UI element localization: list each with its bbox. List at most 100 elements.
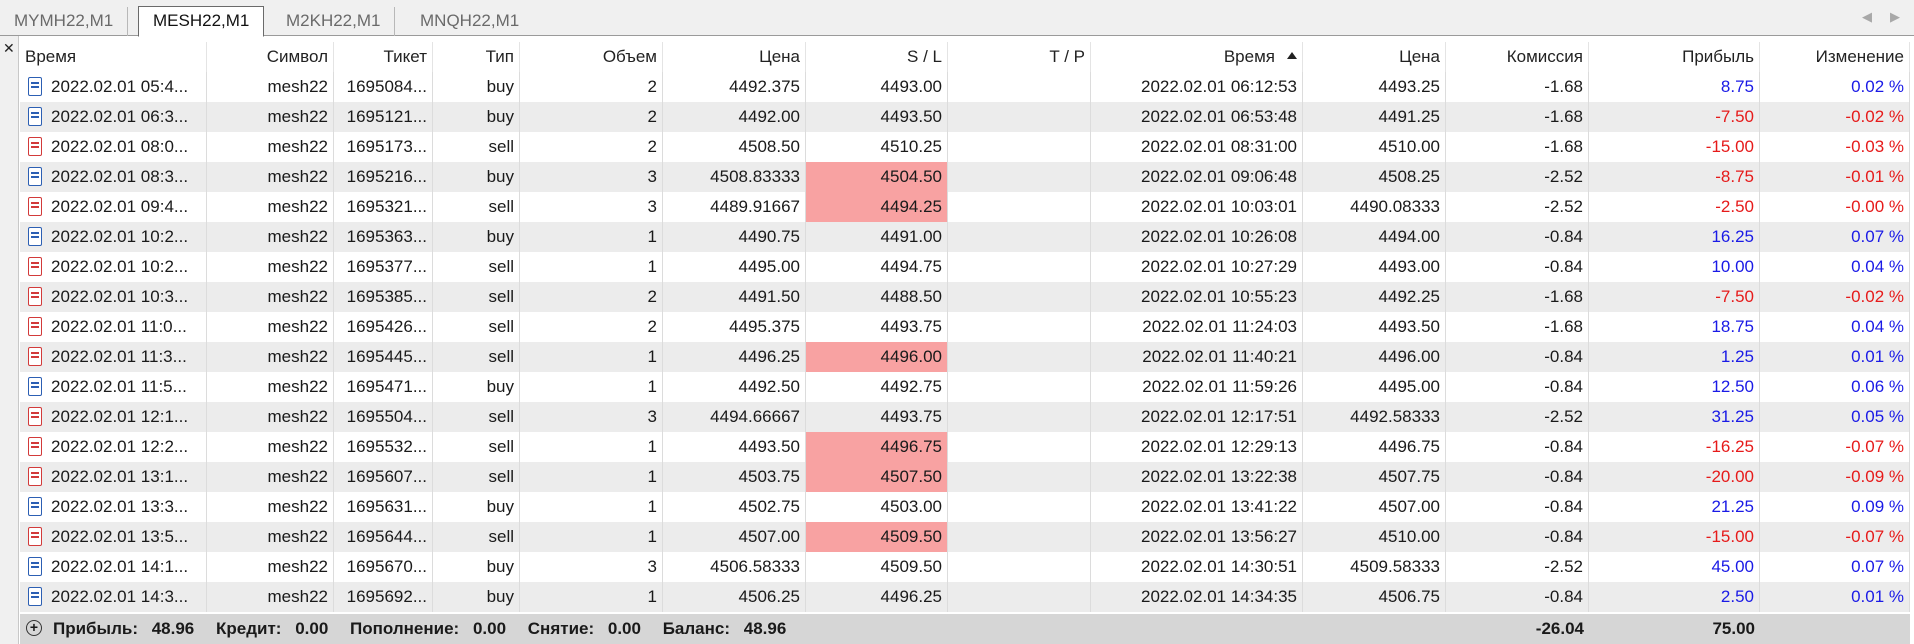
- table-row[interactable]: 2022.02.01 12:2... mesh22 1695532... sell 1 4…: [20, 432, 1910, 462]
- cell-close-price: 4493.50: [1303, 312, 1446, 342]
- cell-volume: 2: [520, 132, 663, 162]
- cell-close-price: 4493.25: [1303, 72, 1446, 102]
- cell-profit: -2.50: [1589, 192, 1760, 222]
- column-header-profit[interactable]: Прибыль: [1589, 42, 1760, 72]
- table-row[interactable]: 2022.02.01 13:3... mesh22 1695631... buy 1 45…: [20, 492, 1910, 522]
- table-row[interactable]: 2022.02.01 09:4... mesh22 1695321... sell 3 4…: [20, 192, 1910, 222]
- cell-open-time: 2022.02.01 10:3...: [20, 282, 207, 312]
- table-row[interactable]: 2022.02.01 13:5... mesh22 1695644... sell 1 4…: [20, 522, 1910, 552]
- cell-ticket: 1695173...: [334, 132, 433, 162]
- open-time-text: 2022.02.01 09:4...: [51, 197, 189, 216]
- column-header-tp[interactable]: T / P: [948, 42, 1091, 72]
- table-row[interactable]: 2022.02.01 05:4... mesh22 1695084... buy 2 44…: [20, 72, 1910, 102]
- table-row[interactable]: 2022.02.01 12:1... mesh22 1695504... sell 3 4…: [20, 402, 1910, 432]
- cell-profit: -16.25: [1589, 432, 1760, 462]
- column-header-type[interactable]: Тип: [433, 42, 520, 72]
- expand-plus-icon[interactable]: +: [26, 620, 42, 636]
- cell-close-time: 2022.02.01 10:26:08: [1091, 222, 1303, 252]
- table-row[interactable]: 2022.02.01 11:0... mesh22 1695426... sell 2 4…: [20, 312, 1910, 342]
- cell-symbol: mesh22: [207, 312, 334, 342]
- cell-open-time: 2022.02.01 13:5...: [20, 522, 207, 552]
- tab-scroll-left-icon[interactable]: ◀: [1862, 9, 1872, 25]
- cell-commission: -1.68: [1446, 282, 1589, 312]
- column-header-sl[interactable]: S / L: [806, 42, 948, 72]
- cell-close-price: 4493.00: [1303, 252, 1446, 282]
- open-time-text: 2022.02.01 05:4...: [51, 77, 189, 96]
- cell-open-price: 4507.00: [663, 522, 806, 552]
- table-row[interactable]: 2022.02.01 11:5... mesh22 1695471... buy 1 44…: [20, 372, 1910, 402]
- open-time-text: 2022.02.01 11:3...: [51, 347, 187, 366]
- tab-m2kh22[interactable]: M2KH22,M1: [272, 7, 396, 36]
- cell-close-price: 4507.75: [1303, 462, 1446, 492]
- table-row[interactable]: 2022.02.01 10:3... mesh22 1695385... sell 2 4…: [20, 282, 1910, 312]
- table-row[interactable]: 2022.02.01 08:0... mesh22 1695173... sell 2 4…: [20, 132, 1910, 162]
- open-time-text: 2022.02.01 14:1...: [51, 557, 189, 576]
- cell-close-time: 2022.02.01 09:06:48: [1091, 162, 1303, 192]
- table-row[interactable]: 2022.02.01 08:3... mesh22 1695216... buy 3 45…: [20, 162, 1910, 192]
- cell-change: -0.02 %: [1760, 102, 1910, 132]
- column-header-volume[interactable]: Объем: [520, 42, 663, 72]
- sell-deal-icon: [28, 347, 42, 366]
- cell-profit: 45.00: [1589, 552, 1760, 582]
- table-row[interactable]: 2022.02.01 11:3... mesh22 1695445... sell 1 4…: [20, 342, 1910, 372]
- sell-deal-icon: [28, 257, 42, 276]
- cell-sl: 4496.75: [806, 432, 948, 462]
- cell-tp: [948, 282, 1091, 312]
- column-header-commission[interactable]: Комиссия: [1446, 42, 1589, 72]
- cell-sl: 4488.50: [806, 282, 948, 312]
- summary-balance: Баланс: 48.96: [662, 619, 787, 638]
- cell-profit: -8.75: [1589, 162, 1760, 192]
- cell-type: buy: [433, 492, 520, 522]
- open-time-text: 2022.02.01 11:0...: [51, 317, 187, 336]
- sell-deal-icon: [28, 437, 42, 456]
- cell-volume: 2: [520, 282, 663, 312]
- cell-volume: 1: [520, 342, 663, 372]
- cell-close-price: 4496.75: [1303, 432, 1446, 462]
- table-row[interactable]: 2022.02.01 10:2... mesh22 1695363... buy 1 44…: [20, 222, 1910, 252]
- cell-close-time: 2022.02.01 11:40:21: [1091, 342, 1303, 372]
- cell-tp: [948, 312, 1091, 342]
- cell-sl: 4510.25: [806, 132, 948, 162]
- cell-close-price: 4496.00: [1303, 342, 1446, 372]
- column-header-symbol[interactable]: Символ: [207, 42, 334, 72]
- cell-type: buy: [433, 582, 520, 612]
- column-header-close-price[interactable]: Цена: [1303, 42, 1446, 72]
- cell-open-time: 2022.02.01 11:5...: [20, 372, 207, 402]
- cell-commission: -1.68: [1446, 72, 1589, 102]
- cell-symbol: mesh22: [207, 372, 334, 402]
- table-row[interactable]: 2022.02.01 10:2... mesh22 1695377... sell 1 4…: [20, 252, 1910, 282]
- table-row[interactable]: 2022.02.01 13:1... mesh22 1695607... sell 1 4…: [20, 462, 1910, 492]
- cell-ticket: 1695426...: [334, 312, 433, 342]
- column-header-open-time[interactable]: Время: [20, 42, 207, 72]
- tab-mymh22[interactable]: MYMH22,M1: [0, 7, 129, 36]
- cell-change: 0.01 %: [1760, 582, 1910, 612]
- panel-side-strip: ✕: [0, 36, 19, 644]
- table-row[interactable]: 2022.02.01 14:3... mesh22 1695692... buy 1 45…: [20, 582, 1910, 612]
- cell-ticket: 1695216...: [334, 162, 433, 192]
- table-row[interactable]: 2022.02.01 14:1... mesh22 1695670... buy 3 45…: [20, 552, 1910, 582]
- cell-sl: 4493.00: [806, 72, 948, 102]
- table-row[interactable]: 2022.02.01 06:3... mesh22 1695121... buy 2 44…: [20, 102, 1910, 132]
- tab-mnqh22[interactable]: MNQH22,M1: [406, 7, 533, 36]
- open-time-text: 2022.02.01 12:1...: [51, 407, 189, 426]
- cell-commission: -0.84: [1446, 522, 1589, 552]
- tab-scroll-right-icon[interactable]: ▶: [1890, 9, 1900, 25]
- buy-deal-icon: [28, 557, 42, 576]
- cell-close-time: 2022.02.01 14:34:35: [1091, 582, 1303, 612]
- cell-close-time: 2022.02.01 10:55:23: [1091, 282, 1303, 312]
- cell-commission: -0.84: [1446, 432, 1589, 462]
- column-header-change[interactable]: Изменение: [1760, 42, 1910, 72]
- tab-mesh22[interactable]: MESH22,M1: [138, 6, 265, 37]
- cell-symbol: mesh22: [207, 462, 334, 492]
- column-header-ticket[interactable]: Тикет: [334, 42, 433, 72]
- close-icon[interactable]: ✕: [3, 40, 15, 57]
- column-header-open-price[interactable]: Цена: [663, 42, 806, 72]
- tab-scroll-controls: ◀ ▶: [1862, 9, 1900, 25]
- cell-change: -0.02 %: [1760, 282, 1910, 312]
- sell-deal-icon: [28, 407, 42, 426]
- column-header-close-time[interactable]: Время: [1091, 42, 1303, 72]
- cell-open-time: 2022.02.01 13:1...: [20, 462, 207, 492]
- cell-open-time: 2022.02.01 09:4...: [20, 192, 207, 222]
- cell-volume: 1: [520, 492, 663, 522]
- cell-sl: 4493.75: [806, 312, 948, 342]
